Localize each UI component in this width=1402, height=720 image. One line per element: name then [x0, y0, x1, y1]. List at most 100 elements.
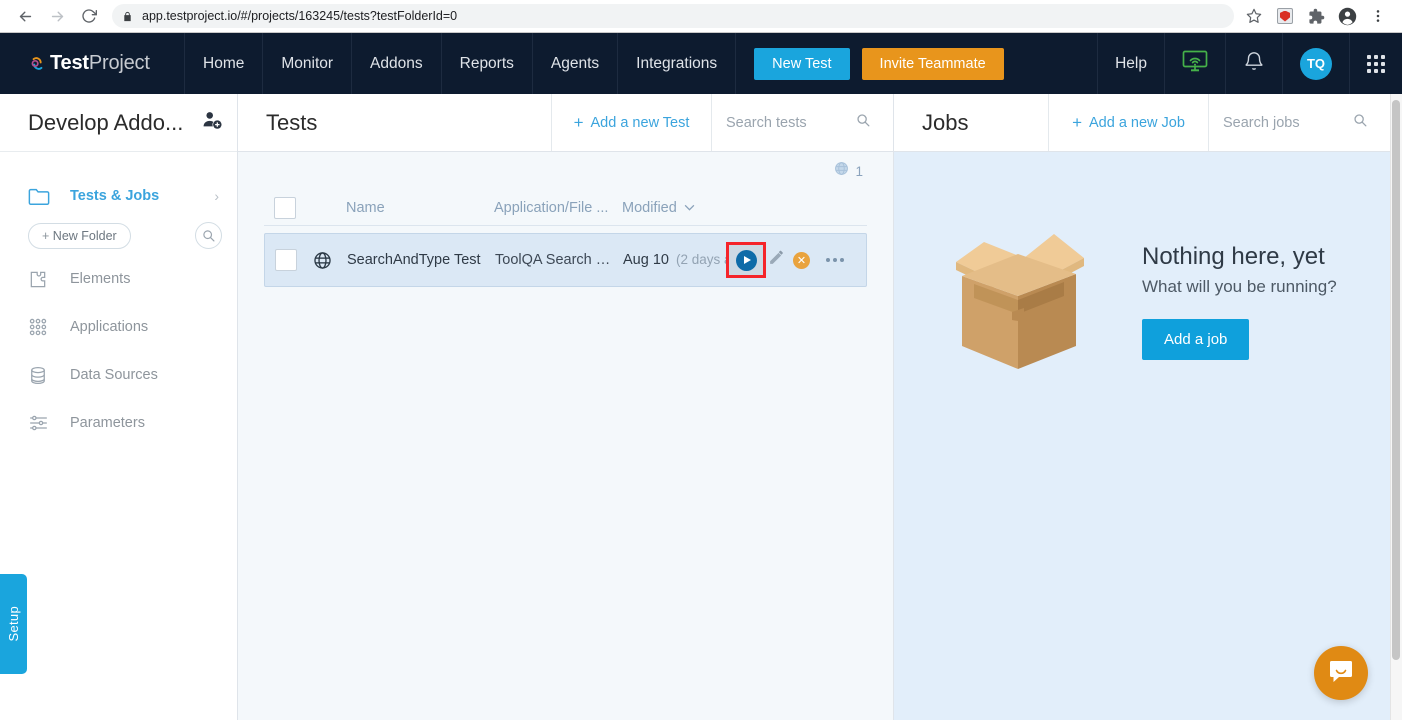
page-scrollbar-thumb[interactable]	[1392, 100, 1400, 660]
nav-item-monitor[interactable]: Monitor	[263, 33, 352, 94]
jobs-panel-header: Jobs + Add a new Job	[894, 94, 1390, 152]
back-arrow-icon[interactable]	[10, 2, 40, 30]
nav-item-reports[interactable]: Reports	[442, 33, 533, 94]
sliders-icon	[28, 413, 54, 433]
table-row[interactable]: SearchAndType Test ToolQA Search an... A…	[264, 233, 867, 287]
cancel-x-icon[interactable]: ✕	[793, 252, 810, 269]
testproject-logo-icon	[28, 54, 47, 73]
more-options-icon[interactable]	[826, 258, 844, 262]
add-new-test-link[interactable]: + Add a new Test	[551, 94, 711, 151]
profile-icon[interactable]	[1333, 2, 1361, 30]
plus-icon: +	[1072, 113, 1082, 133]
nav-item-addons[interactable]: Addons	[352, 33, 442, 94]
chat-bubble-icon	[1327, 657, 1355, 690]
setup-tab[interactable]: Setup	[0, 574, 27, 674]
app-logo[interactable]: TestProject	[0, 33, 185, 94]
nav-action-buttons: New Test Invite Teammate	[736, 33, 1022, 94]
apps-grid-button[interactable]	[1349, 33, 1402, 94]
monitor-agent-icon	[1182, 50, 1208, 77]
search-tests-input[interactable]	[726, 115, 856, 131]
extension-icon[interactable]	[1271, 2, 1299, 30]
play-icon	[736, 250, 757, 271]
sidebar-item-applications[interactable]: Applications	[0, 303, 237, 351]
app-body: Develop Addo... Tests & Jobs ›	[0, 94, 1402, 720]
browser-toolbar: app.testproject.io/#/projects/163245/tes…	[0, 0, 1402, 33]
column-header-name[interactable]: Name	[346, 200, 494, 216]
new-folder-label: New Folder	[53, 229, 117, 243]
sidebar-item-parameters[interactable]: Parameters	[0, 399, 237, 447]
jobs-empty-state: Nothing here, yet What will you be runni…	[894, 152, 1390, 389]
new-folder-plus: +	[42, 229, 49, 243]
row-test-name: SearchAndType Test	[347, 252, 495, 268]
help-link[interactable]: Help	[1097, 33, 1164, 94]
jobs-panel: Jobs + Add a new Job	[894, 94, 1390, 720]
app-logo-text: TestProject	[50, 52, 150, 75]
search-icon[interactable]	[856, 113, 870, 132]
row-action-buttons: ✕	[729, 245, 844, 275]
address-bar-url: app.testproject.io/#/projects/163245/tes…	[142, 9, 457, 23]
sidebar-item-elements[interactable]: Elements	[0, 255, 237, 303]
column-header-application[interactable]: Application/File ...	[494, 200, 622, 216]
folder-search-button[interactable]	[195, 222, 222, 249]
globe-icon	[834, 161, 849, 181]
logo-bold: Test	[50, 52, 89, 74]
edit-test-button[interactable]	[765, 249, 787, 271]
column-header-modified[interactable]: Modified	[622, 200, 867, 216]
new-folder-button[interactable]: + New Folder	[28, 223, 131, 249]
jobs-search[interactable]	[1208, 94, 1390, 151]
select-all-checkbox[interactable]	[274, 197, 296, 219]
lock-icon	[122, 10, 133, 23]
tests-list: 1 Name Application/File ... Modified	[238, 152, 893, 287]
jobs-empty-subtitle: What will you be running?	[1142, 277, 1337, 297]
add-user-icon[interactable]	[201, 109, 223, 136]
tests-panel-header: Tests + Add a new Test	[238, 94, 893, 152]
search-jobs-input[interactable]	[1223, 115, 1353, 131]
three-dot-menu-icon[interactable]	[1364, 2, 1392, 30]
row-select-cell	[265, 249, 313, 271]
star-icon[interactable]	[1240, 2, 1268, 30]
browser-nav-buttons	[10, 2, 104, 30]
row-application: ToolQA Search an...	[495, 252, 623, 268]
new-test-button[interactable]: New Test	[754, 48, 849, 80]
add-a-job-button[interactable]: Add a job	[1142, 319, 1249, 360]
web-tests-count: 1	[264, 152, 867, 190]
add-new-test-label: Add a new Test	[591, 115, 690, 131]
sidebar-item-tests-and-jobs[interactable]: Tests & Jobs ›	[0, 172, 237, 220]
notification-bell-button[interactable]	[1225, 33, 1282, 94]
invite-teammate-button[interactable]: Invite Teammate	[862, 48, 1004, 80]
puzzle-piece-icon	[28, 269, 54, 290]
column-header-modified-label: Modified	[622, 200, 677, 216]
address-bar[interactable]: app.testproject.io/#/projects/163245/tes…	[112, 4, 1234, 28]
nav-item-integrations[interactable]: Integrations	[618, 33, 736, 94]
applications-grid-icon	[28, 317, 54, 337]
add-new-job-link[interactable]: + Add a new Job	[1048, 94, 1208, 151]
search-icon[interactable]	[1353, 113, 1367, 132]
sidebar-nav: Tests & Jobs › + New Folder Elemen	[0, 152, 237, 447]
row-modified-date: Aug 10	[623, 252, 669, 268]
sidebar-item-label: Parameters	[70, 415, 145, 431]
tests-panel: Tests + Add a new Test	[238, 94, 894, 720]
cardboard-box-icon	[928, 214, 1108, 389]
browser-action-icons	[1240, 2, 1392, 30]
user-avatar[interactable]: TQ	[1282, 33, 1349, 94]
select-all-cell	[264, 197, 312, 219]
add-new-job-label: Add a new Job	[1089, 115, 1185, 131]
agent-status-button[interactable]	[1164, 33, 1225, 94]
project-name: Develop Addo...	[28, 110, 183, 136]
nav-right-group: Help TQ	[1097, 33, 1402, 94]
sidebar-item-label: Data Sources	[70, 367, 158, 383]
nav-item-home[interactable]: Home	[185, 33, 263, 94]
tests-search[interactable]	[711, 94, 893, 151]
nav-item-agents[interactable]: Agents	[533, 33, 618, 94]
chat-bubble-button[interactable]	[1314, 646, 1368, 700]
forward-arrow-icon[interactable]	[42, 2, 72, 30]
run-test-button[interactable]	[729, 245, 763, 275]
sidebar-item-data-sources[interactable]: Data Sources	[0, 351, 237, 399]
reload-icon[interactable]	[74, 2, 104, 30]
app-top-nav: TestProject Home Monitor Addons Reports …	[0, 33, 1402, 94]
row-modified-ago: (2 days a	[676, 252, 732, 267]
tests-title: Tests	[238, 94, 551, 151]
puzzle-icon[interactable]	[1302, 2, 1330, 30]
row-checkbox[interactable]	[275, 249, 297, 271]
row-type-icon	[313, 251, 347, 270]
